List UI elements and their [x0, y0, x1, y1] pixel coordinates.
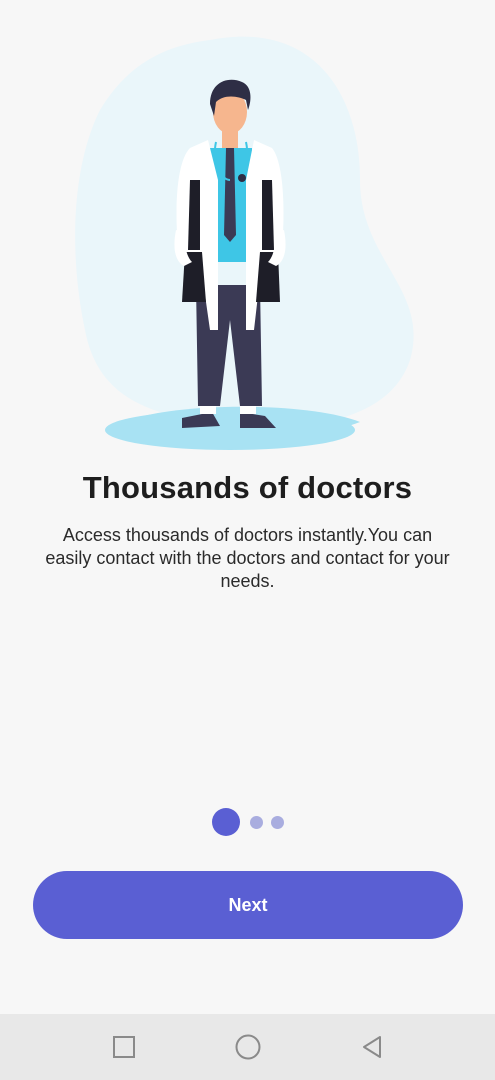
system-navigation-bar: [0, 1014, 495, 1080]
tie: [224, 148, 236, 242]
page-indicator: [0, 807, 495, 837]
page-dot-3[interactable]: [270, 815, 284, 829]
page-dot-1-active[interactable]: [211, 808, 240, 836]
next-button[interactable]: Next: [33, 871, 463, 939]
onboarding-title: Thousands of doctors: [82, 470, 413, 505]
onboarding-screen: Thousands of doctors Access thousands of…: [0, 0, 495, 1080]
page-dot-2[interactable]: [249, 815, 263, 829]
home-circle-icon[interactable]: [233, 1032, 263, 1062]
onboarding-description: Access thousands of doctors instantly.Yo…: [45, 525, 450, 591]
recents-square-icon[interactable]: [109, 1032, 139, 1062]
doctor-illustration: [75, 36, 414, 450]
back-triangle-icon[interactable]: [357, 1032, 387, 1062]
